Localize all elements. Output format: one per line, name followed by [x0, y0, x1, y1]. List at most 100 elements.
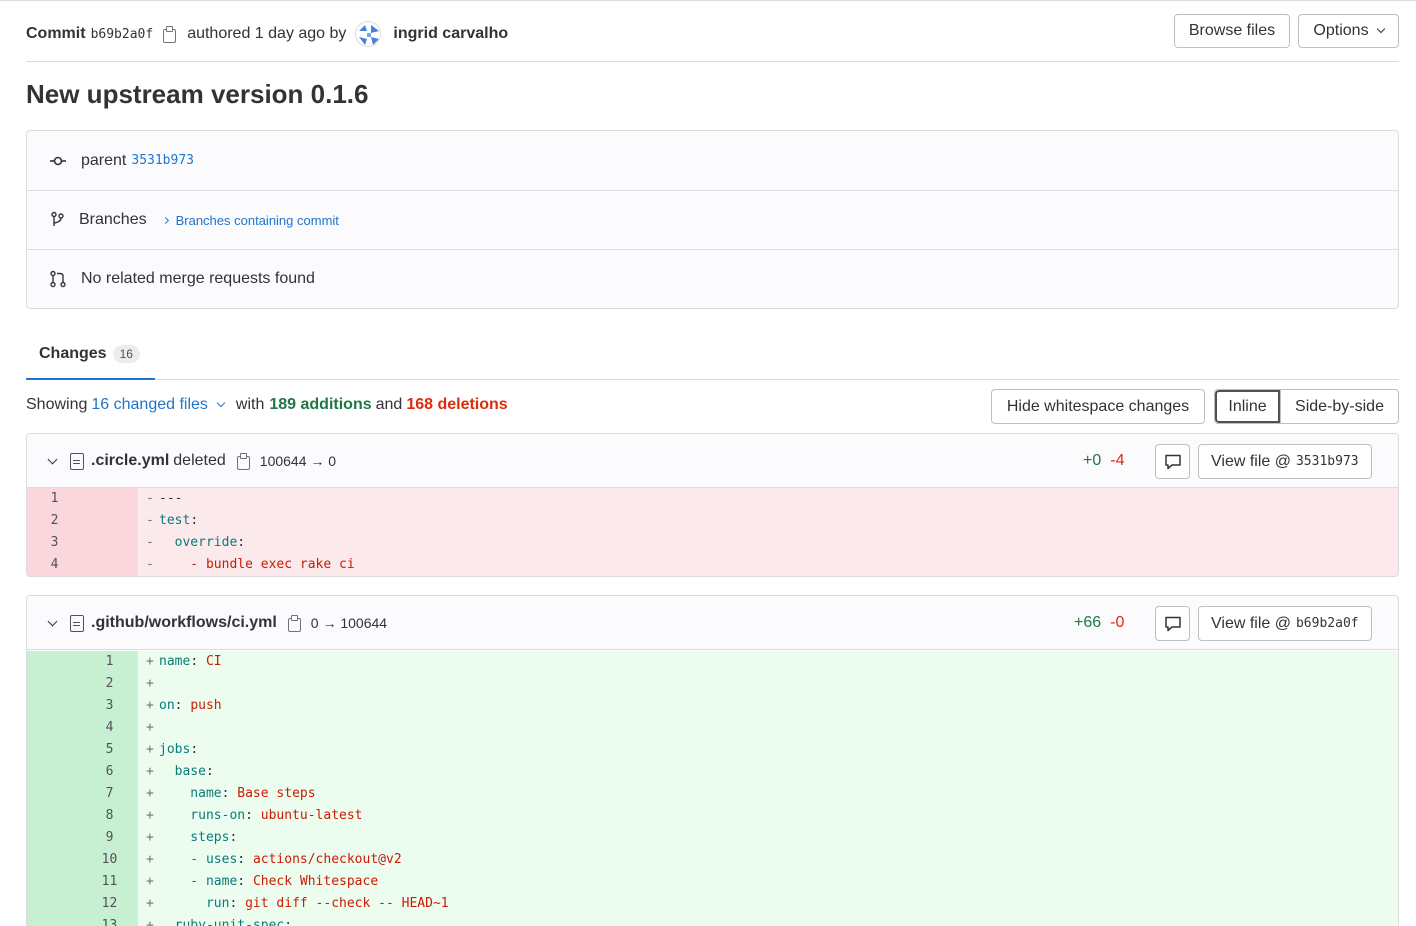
comment-button[interactable]	[1155, 606, 1190, 641]
old-line-number[interactable]	[27, 827, 82, 849]
code-text: ubuntu-latest	[260, 808, 363, 823]
parent-sha-link[interactable]: 3531b973	[131, 153, 194, 168]
browse-files-button[interactable]: Browse files	[1174, 14, 1290, 48]
new-line-number[interactable]: 8	[82, 805, 137, 827]
inline-button[interactable]: Inline	[1215, 390, 1280, 423]
code-colon: :	[190, 654, 206, 669]
code-colon: :	[229, 830, 238, 845]
code-colon: :	[245, 808, 261, 823]
old-line-number[interactable]	[27, 739, 82, 761]
code-key: test	[159, 513, 191, 528]
diff-sign: +	[146, 676, 154, 691]
diff-line: 6 + base:	[27, 761, 1398, 783]
new-line-number[interactable]: 9	[82, 827, 137, 849]
code-key: run	[159, 896, 230, 911]
tab-changes[interactable]: Changes 16	[26, 330, 155, 380]
old-line-number[interactable]	[27, 651, 82, 673]
tabs-bar: Changes 16	[26, 330, 1399, 380]
commit-icon	[50, 156, 66, 165]
old-line-number[interactable]: 3	[27, 532, 82, 554]
new-line-number[interactable]: 1	[82, 651, 137, 673]
diff-line: 7 + name: Base steps	[27, 783, 1398, 805]
new-line-number[interactable]	[82, 510, 137, 532]
new-line-number[interactable]: 4	[82, 717, 137, 739]
new-line-number[interactable]: 5	[82, 739, 137, 761]
old-line-number[interactable]	[27, 783, 82, 805]
new-line-number[interactable]	[82, 554, 137, 576]
chevron-down-icon[interactable]	[47, 616, 58, 626]
parent-row: parent 3531b973	[27, 131, 1398, 190]
file-mode: 100644 → 0	[259, 453, 337, 469]
branch-icon	[51, 211, 64, 226]
code-key: runs-on	[159, 808, 246, 823]
chevron-down-icon[interactable]	[216, 398, 226, 408]
code-key: ruby-unit-spec	[159, 918, 285, 926]
view-file-sha: 3531b973	[1295, 454, 1359, 469]
changed-files-dropdown[interactable]: 16 changed files	[91, 396, 208, 414]
copy-path-icon[interactable]	[236, 453, 250, 470]
code-key: name	[159, 654, 191, 669]
branches-containing-link[interactable]: Branches containing commit	[176, 213, 339, 228]
old-line-number[interactable]: 1	[27, 488, 82, 510]
view-file-button[interactable]: View file @ 3531b973	[1198, 444, 1372, 479]
new-line-number[interactable]: 12	[82, 893, 137, 915]
diff-file: .circle.yml deleted 100644 → 0 +0 -4 Vie…	[26, 433, 1399, 577]
code-colon: :	[174, 698, 191, 713]
diff-line: 1 + name: CI	[27, 651, 1398, 673]
file-name[interactable]: .circle.yml	[91, 452, 169, 470]
chevron-down-icon[interactable]	[47, 454, 58, 464]
avatar-pattern-icon	[357, 23, 381, 46]
new-line-number[interactable]: 2	[82, 673, 137, 695]
old-line-number[interactable]: 2	[27, 510, 82, 532]
old-line-number[interactable]	[27, 717, 82, 739]
diff-lines: 1 + name: CI 2 + 3 + on: push 4 + 5 + jobs: 6 + b…	[27, 650, 1398, 926]
old-line-number[interactable]	[27, 695, 82, 717]
additions-count: 189 additions	[269, 396, 372, 413]
author-link[interactable]: ingrid carvalho	[393, 25, 508, 43]
new-line-number[interactable]: 3	[82, 695, 137, 717]
new-line-number[interactable]	[82, 532, 137, 554]
options-button[interactable]: Options	[1298, 14, 1399, 48]
diff-line: 4 +	[27, 717, 1398, 739]
code-key: base	[159, 764, 206, 779]
diff-sign: -	[146, 491, 154, 506]
tab-changes-label: Changes	[39, 345, 107, 362]
old-line-number[interactable]	[27, 849, 82, 871]
comment-button[interactable]	[1155, 444, 1190, 479]
commit-info-box: parent 3531b973 Branches Branches contai…	[26, 130, 1399, 309]
branches-row: Branches Branches containing commit	[27, 190, 1398, 249]
view-file-sha: b69b2a0f	[1295, 616, 1359, 631]
new-line-number[interactable]: 10	[82, 849, 137, 871]
new-line-number[interactable]: 7	[82, 783, 137, 805]
old-line-number[interactable]	[27, 673, 82, 695]
new-line-number[interactable]: 6	[82, 761, 137, 783]
old-line-number[interactable]	[27, 871, 82, 893]
comment-icon	[1164, 454, 1181, 469]
with-text: with	[235, 396, 265, 413]
new-line-number[interactable]: 11	[82, 871, 137, 893]
new-line-number[interactable]	[82, 488, 137, 510]
old-line-number[interactable]	[27, 805, 82, 827]
new-line-number[interactable]: 13	[82, 915, 137, 926]
branches-label: Branches	[79, 211, 147, 228]
avatar[interactable]	[355, 21, 382, 47]
copy-path-icon[interactable]	[287, 615, 301, 632]
old-line-number[interactable]	[27, 915, 82, 926]
old-line-number[interactable]: 4	[27, 554, 82, 576]
showing-text: Showing	[26, 396, 88, 413]
file-icon	[70, 614, 84, 632]
page-title: New upstream version 0.1.6	[26, 79, 369, 109]
copy-sha-icon[interactable]	[162, 26, 177, 43]
view-file-button[interactable]: View file @ b69b2a0f	[1198, 606, 1372, 641]
file-name[interactable]: .github/workflows/ci.yml	[91, 614, 277, 632]
file-additions: +66	[1074, 614, 1102, 631]
side-by-side-button[interactable]: Side-by-side	[1280, 390, 1398, 423]
diff-line: 9 + steps:	[27, 827, 1398, 849]
merge-request-icon	[50, 270, 66, 288]
merge-requests-row: No related merge requests found	[27, 249, 1398, 308]
old-line-number[interactable]	[27, 893, 82, 915]
diff-file: .github/workflows/ci.yml 0 → 100644 +66 …	[26, 595, 1399, 926]
old-line-number[interactable]	[27, 761, 82, 783]
diff-line: 8 + runs-on: ubuntu-latest	[27, 805, 1398, 827]
hide-whitespace-button[interactable]: Hide whitespace changes	[991, 389, 1205, 424]
